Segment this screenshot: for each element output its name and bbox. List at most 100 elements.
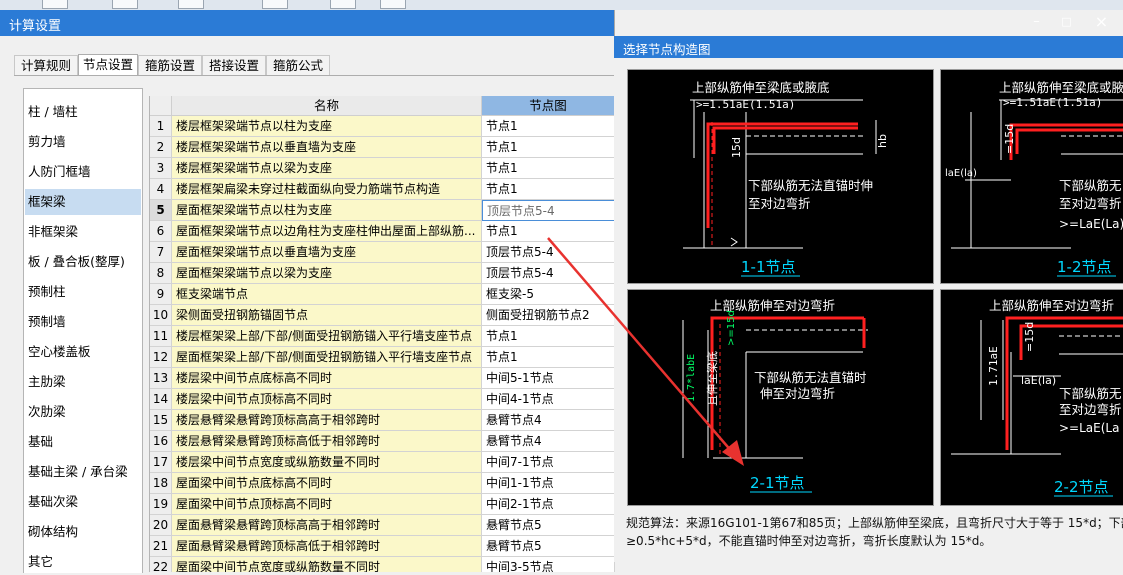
row-node-value[interactable]: 中间5-1节点 — [482, 368, 615, 389]
column-header-node[interactable]: 节点图 — [482, 96, 615, 116]
row-node-value[interactable]: 顶层节点5-4 — [482, 200, 615, 221]
node-option-2-1[interactable]: 上部纵筋伸至对边弯折 >=15d 1.7*labE 且伸至梁底 下部纵筋无法直锚… — [627, 289, 934, 506]
maximize-button[interactable]: □ — [1050, 10, 1083, 36]
category-item[interactable]: 次肋梁 — [25, 399, 141, 425]
tab-stirrup-settings[interactable]: 箍筋设置 — [138, 55, 202, 75]
row-number: 2 — [150, 137, 172, 158]
row-node-value[interactable]: 顶层节点5-4 — [482, 263, 615, 284]
tab-stirrup-formula[interactable]: 箍筋公式 — [266, 55, 330, 75]
row-node-value[interactable]: 顶层节点5-4 — [482, 242, 615, 263]
category-item[interactable]: 非框架梁 — [25, 219, 141, 245]
row-node-value[interactable]: 节点1 — [482, 221, 615, 242]
tab-node-settings[interactable]: 节点设置 — [78, 54, 138, 76]
row-node-value[interactable]: 悬臂节点5 — [482, 536, 615, 557]
row-number: 14 — [150, 389, 172, 410]
node-option-2-2[interactable]: 上部纵筋伸至对边弯折 =15d 1.71aE laE(la) 下部纵筋无 至对边… — [940, 289, 1123, 506]
toolbar-icon — [178, 0, 204, 9]
toolbar-icon — [262, 0, 288, 9]
node-2-2-top-label: 上部纵筋伸至对边弯折 — [989, 298, 1114, 313]
category-item[interactable]: 基础次梁 — [25, 489, 141, 515]
node-1-2-la-label: laE(la) — [945, 168, 977, 179]
row-node-value[interactable]: 节点1 — [482, 347, 615, 368]
minimize-button[interactable]: – — [1020, 10, 1053, 36]
row-name: 框支梁端节点 — [172, 284, 482, 305]
row-node-value[interactable]: 节点1 — [482, 116, 615, 137]
row-name: 楼层框架梁端节点以垂直墙为支座 — [172, 137, 482, 158]
row-number: 17 — [150, 452, 172, 473]
table-row[interactable]: 4 楼层框架扁梁未穿过柱截面纵向受力筋端节点构造 节点1 — [150, 179, 615, 200]
node-2-1-green-label: 1.7*labE — [686, 354, 697, 402]
category-item[interactable]: 预制墙 — [25, 309, 141, 335]
row-node-value[interactable]: 悬臂节点5 — [482, 515, 615, 536]
table-row[interactable]: 17 楼层梁中间节点宽度或纵筋数量不同时 中间7-1节点 — [150, 452, 615, 473]
toolbar-icon — [330, 0, 356, 9]
table-row[interactable]: 19 屋面梁中间节点顶标高不同时 中间2-1节点 — [150, 494, 615, 515]
row-node-value[interactable]: 框支梁-5 — [482, 284, 615, 305]
row-name: 楼层框架扁梁未穿过柱截面纵向受力筋端节点构造 — [172, 179, 482, 200]
category-item[interactable]: 砌体结构 — [25, 519, 141, 545]
row-node-value[interactable]: 节点1 — [482, 137, 615, 158]
table-row[interactable]: 1 楼层框架梁端节点以柱为支座 节点1 — [150, 116, 615, 137]
row-node-value[interactable]: 悬臂节点4 — [482, 431, 615, 452]
table-row[interactable]: 20 屋面悬臂梁悬臂跨顶标高高于相邻跨时 悬臂节点5 — [150, 515, 615, 536]
table-row[interactable]: 21 屋面悬臂梁悬臂跨顶标高低于相邻跨时 悬臂节点5 — [150, 536, 615, 557]
row-node-value[interactable]: 侧面受扭钢筋节点2 — [482, 305, 615, 326]
row-node-value[interactable]: 中间2-1节点 — [482, 494, 615, 515]
category-item[interactable]: 板 / 叠合板(整厚) — [25, 249, 141, 275]
category-item[interactable]: 主肋梁 — [25, 369, 141, 395]
table-row[interactable]: 2 楼层框架梁端节点以垂直墙为支座 节点1 — [150, 137, 615, 158]
table-row[interactable]: 9 框支梁端节点 框支梁-5 — [150, 284, 615, 305]
node-2-2-diagram: 上部纵筋伸至对边弯折 =15d 1.71aE laE(la) 下部纵筋无 至对边… — [951, 298, 1123, 497]
node-1-1-top-label: 上部纵筋伸至梁底或腋底 — [692, 80, 830, 95]
table-row[interactable]: 10 梁侧面受扭钢筋锚固节点 侧面受扭钢筋节点2 — [150, 305, 615, 326]
row-node-value[interactable]: 节点1 — [482, 158, 615, 179]
close-button[interactable]: × — [1085, 10, 1118, 36]
category-item[interactable]: 基础 — [25, 429, 141, 455]
category-item[interactable]: 柱 / 墙柱 — [25, 99, 141, 125]
calc-settings-dialog: 计算设置 计算规则 节点设置 箍筋设置 搭接设置 箍筋公式 柱 / 墙柱 剪力墙人… — [0, 10, 615, 573]
table-row[interactable]: 6 屋面框架梁端节点以边角柱为支座柱伸出屋面上部纵筋... 节点1 — [150, 221, 615, 242]
table-row[interactable]: 7 屋面框架梁端节点以垂直墙为支座 顶层节点5-4 — [150, 242, 615, 263]
category-item[interactable]: 人防门框墙 — [25, 159, 141, 185]
node-2-2-caption: 2-2节点 — [1054, 478, 1109, 496]
table-row[interactable]: 22 屋面梁中间节点宽度或纵筋数量不同时 中间3-5节点 — [150, 557, 615, 572]
row-node-value[interactable]: 悬臂节点4 — [482, 410, 615, 431]
row-node-value[interactable]: 中间1-1节点 — [482, 473, 615, 494]
column-header-name[interactable]: 名称 — [172, 96, 482, 116]
dialog-titlebar: 计算设置 — [0, 10, 614, 36]
table-row[interactable]: 5 屋面框架梁端节点以柱为支座 顶层节点5-4 — [150, 200, 615, 221]
node-1-2-bottom-label-3: >=LaE(La) — [1059, 217, 1123, 231]
row-number: 7 — [150, 242, 172, 263]
node-option-1-1[interactable]: 上部纵筋伸至梁底或腋底 >=1.51aE(1.51a) 15d hb 下部纵筋无… — [627, 69, 934, 284]
table-row[interactable]: 18 屋面梁中间节点底标高不同时 中间1-1节点 — [150, 473, 615, 494]
table-row[interactable]: 15 楼层悬臂梁悬臂跨顶标高高于相邻跨时 悬臂节点4 — [150, 410, 615, 431]
table-row[interactable]: 14 楼层梁中间节点顶标高不同时 中间4-1节点 — [150, 389, 615, 410]
category-item[interactable]: 框架梁 — [25, 189, 141, 215]
category-item[interactable]: 预制柱 — [25, 279, 141, 305]
toolbar-icon — [112, 0, 138, 9]
table-row[interactable]: 8 屋面框架梁端节点以梁为支座 顶层节点5-4 — [150, 263, 615, 284]
grid-header-corner — [150, 96, 172, 116]
node-2-2-la-label: laE(la) — [1021, 374, 1056, 387]
category-item[interactable]: 其它 — [25, 549, 141, 575]
rule-description-line-2: ≥0.5*hc+5*d，不能直锚时伸至对边弯折，弯折长度默认为 15*d。 — [626, 534, 992, 548]
table-row[interactable]: 11 楼层框架梁上部/下部/侧面受扭钢筋锚入平行墙支座节点 节点1 — [150, 326, 615, 347]
table-row[interactable]: 12 屋面框架梁上部/下部/侧面受扭钢筋锚入平行墙支座节点 节点1 — [150, 347, 615, 368]
node-option-1-2[interactable]: 上部纵筋伸至梁底或腋底 >=1.51aE(1.51a) =15d laE(la)… — [940, 69, 1123, 284]
category-item[interactable]: 空心楼盖板 — [25, 339, 141, 365]
category-item[interactable]: 剪力墙 — [25, 129, 141, 155]
tab-lap-settings[interactable]: 搭接设置 — [202, 55, 266, 75]
row-number: 20 — [150, 515, 172, 536]
row-node-value[interactable]: 中间4-1节点 — [482, 389, 615, 410]
table-row[interactable]: 16 楼层悬臂梁悬臂跨顶标高低于相邻跨时 悬臂节点4 — [150, 431, 615, 452]
tab-calc-rules[interactable]: 计算规则 — [14, 55, 78, 75]
category-item[interactable]: 基础主梁 / 承台梁 — [25, 459, 141, 485]
node-1-1-caption: 1-1节点 — [741, 258, 796, 276]
row-node-value[interactable]: 节点1 — [482, 179, 615, 200]
dialog-title: 计算设置 — [9, 19, 62, 34]
row-node-value[interactable]: 节点1 — [482, 326, 615, 347]
table-row[interactable]: 3 楼层框架梁端节点以梁为支座 节点1 — [150, 158, 615, 179]
row-node-value[interactable]: 中间7-1节点 — [482, 452, 615, 473]
table-row[interactable]: 13 楼层梁中间节点底标高不同时 中间5-1节点 — [150, 368, 615, 389]
row-node-value[interactable]: 中间3-5节点 — [482, 557, 615, 572]
